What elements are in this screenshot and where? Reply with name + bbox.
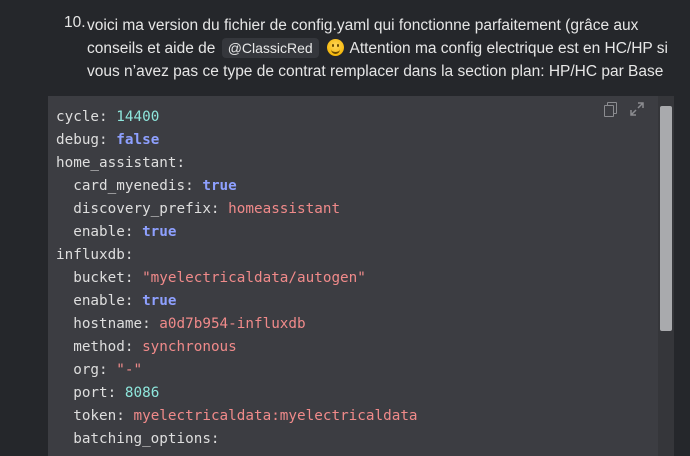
yaml-key: hostname: xyxy=(56,316,151,332)
post-paragraph: voici ma version du fichier de config.ya… xyxy=(87,14,687,83)
yaml-value: "myelectricaldata/autogen" xyxy=(142,270,366,286)
code-line: enable: true xyxy=(56,221,418,244)
yaml-key: influxdb: xyxy=(56,247,134,263)
yaml-value: 8086 xyxy=(124,385,160,401)
yaml-value: homeassistant xyxy=(228,201,341,217)
yaml-value: "-" xyxy=(116,362,143,378)
yaml-key: home_assistant: xyxy=(56,155,186,171)
expand-icon[interactable] xyxy=(630,102,644,116)
copy-icon[interactable] xyxy=(604,102,618,117)
yaml-value: a0d7b954-influxdb xyxy=(159,316,306,332)
code-line: bucket: "myelectricaldata/autogen" xyxy=(56,267,418,290)
smiling-face-emoji-icon xyxy=(327,39,345,56)
code-line: port: 8086 xyxy=(56,382,418,405)
code-line: discovery_prefix: homeassistant xyxy=(56,198,418,221)
code-line: method: synchronous xyxy=(56,336,418,359)
code-block: cycle: 14400 debug: false home_assistant: … xyxy=(48,96,674,456)
yaml-value: true xyxy=(202,178,237,194)
code-toolbar xyxy=(604,102,644,117)
yaml-key: batching_options: xyxy=(56,431,220,447)
yaml-key: org: xyxy=(56,362,108,378)
yaml-key: port: xyxy=(56,385,117,401)
user-mention-link[interactable]: @ClassicRed xyxy=(221,38,319,58)
yaml-value: 14400 xyxy=(116,109,160,125)
yaml-key: debug: xyxy=(56,132,108,148)
list-number: 10. xyxy=(64,14,86,31)
code-line: home_assistant: xyxy=(56,152,418,175)
yaml-key: method: xyxy=(56,339,134,355)
code-line: cycle: 14400 xyxy=(56,106,418,129)
yaml-key: token: xyxy=(56,408,125,424)
code-line: token: myelectricaldata:myelectricaldata xyxy=(56,405,418,428)
code-line: enable: true xyxy=(56,290,418,313)
yaml-value: true xyxy=(142,293,177,309)
code-line: hostname: a0d7b954-influxdb xyxy=(56,313,418,336)
yaml-key: cycle: xyxy=(56,109,108,125)
yaml-key: enable: xyxy=(56,293,134,309)
code-content: cycle: 14400 debug: false home_assistant: … xyxy=(56,106,418,451)
yaml-value: synchronous xyxy=(142,339,237,355)
code-line: debug: false xyxy=(56,129,418,152)
yaml-key: bucket: xyxy=(56,270,134,286)
yaml-key: card_myenedis: xyxy=(56,178,194,194)
code-scrollbar-thumb[interactable] xyxy=(660,106,672,331)
yaml-value: myelectricaldata:myelectricaldata xyxy=(133,408,418,424)
yaml-value: false xyxy=(116,132,160,148)
yaml-key: discovery_prefix: xyxy=(56,201,220,217)
code-line: influxdb: xyxy=(56,244,418,267)
code-line: org: "-" xyxy=(56,359,418,382)
code-line: card_myenedis: true xyxy=(56,175,418,198)
code-scrollbar[interactable] xyxy=(658,96,674,456)
yaml-value: true xyxy=(142,224,177,240)
code-line: batching_options: xyxy=(56,428,418,451)
yaml-key: enable: xyxy=(56,224,134,240)
